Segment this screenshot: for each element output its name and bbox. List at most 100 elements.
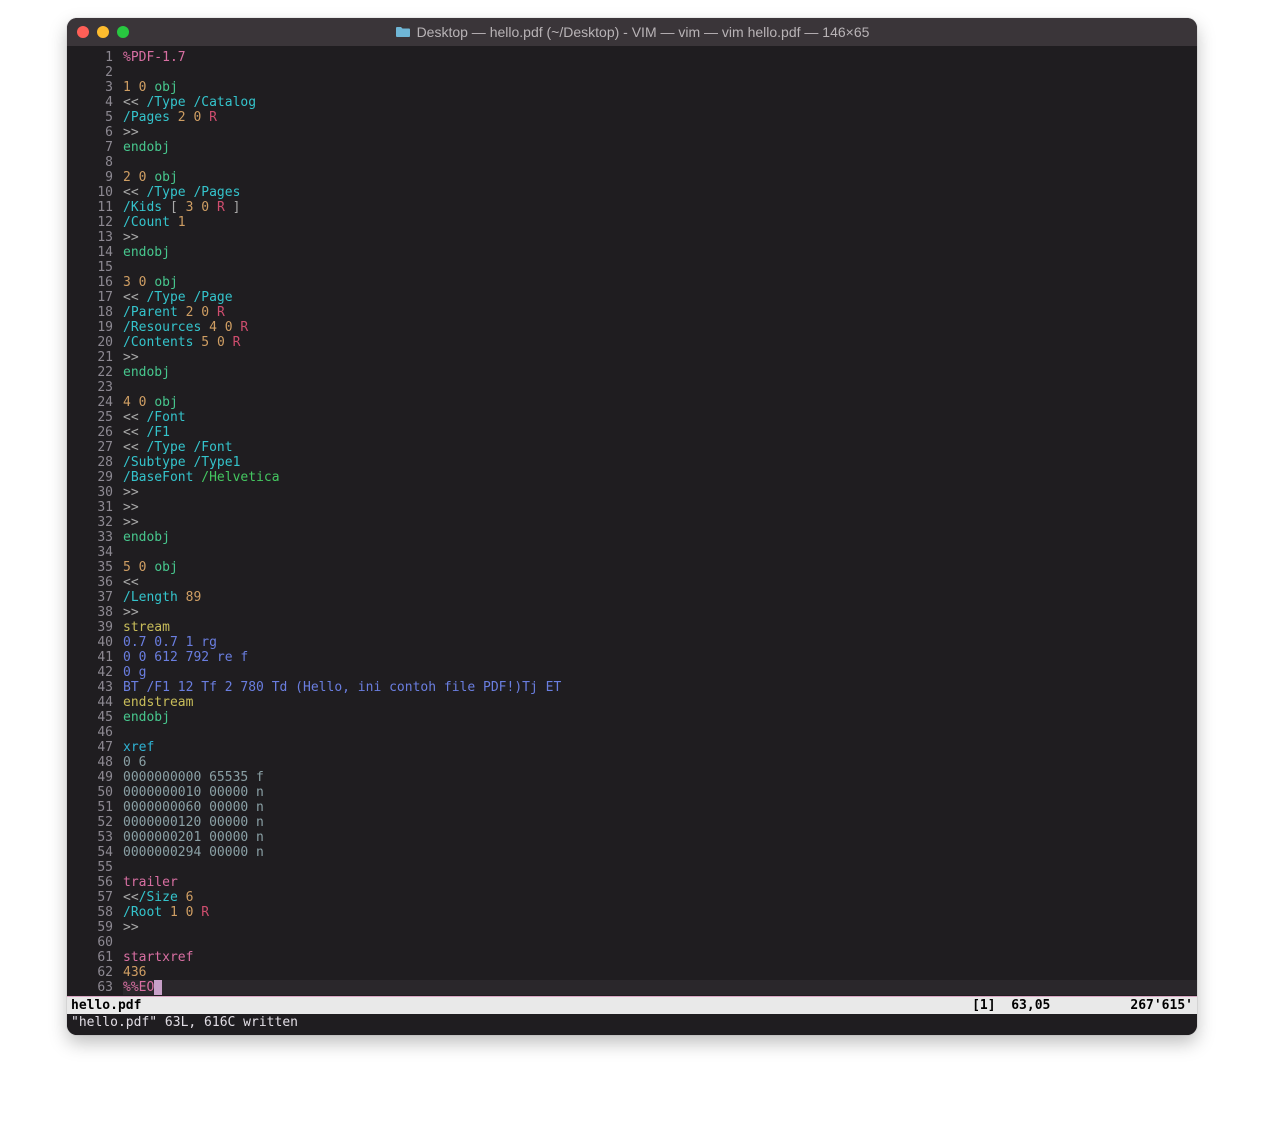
- code-content[interactable]: 0 g: [123, 665, 1197, 680]
- code-line[interactable]: 60: [67, 935, 1197, 950]
- code-content[interactable]: <</Size 6: [123, 890, 1197, 905]
- code-content[interactable]: <<: [123, 575, 1197, 590]
- code-line[interactable]: 14endobj: [67, 245, 1197, 260]
- code-line[interactable]: 355 0 obj: [67, 560, 1197, 575]
- code-content[interactable]: %PDF-1.7: [123, 50, 1197, 65]
- code-line[interactable]: 15: [67, 260, 1197, 275]
- code-line[interactable]: 490000000000 65535 f: [67, 770, 1197, 785]
- code-line[interactable]: 17<< /Type /Page: [67, 290, 1197, 305]
- code-content[interactable]: endobj: [123, 530, 1197, 545]
- code-line[interactable]: 92 0 obj: [67, 170, 1197, 185]
- code-content[interactable]: << /Type /Pages: [123, 185, 1197, 200]
- code-content[interactable]: /Parent 2 0 R: [123, 305, 1197, 320]
- code-content[interactable]: >>: [123, 350, 1197, 365]
- code-content[interactable]: endstream: [123, 695, 1197, 710]
- titlebar[interactable]: Desktop — hello.pdf (~/Desktop) - VIM — …: [67, 18, 1197, 46]
- code-content[interactable]: << /Font: [123, 410, 1197, 425]
- code-line[interactable]: 31>>: [67, 500, 1197, 515]
- code-line[interactable]: 26<< /F1: [67, 425, 1197, 440]
- code-line[interactable]: 32>>: [67, 515, 1197, 530]
- code-line[interactable]: 4<< /Type /Catalog: [67, 95, 1197, 110]
- code-content[interactable]: endobj: [123, 365, 1197, 380]
- code-line[interactable]: 30>>: [67, 485, 1197, 500]
- code-line[interactable]: 47xref: [67, 740, 1197, 755]
- code-content[interactable]: >>: [123, 920, 1197, 935]
- code-content[interactable]: 0 6: [123, 755, 1197, 770]
- code-line[interactable]: 530000000201 00000 n: [67, 830, 1197, 845]
- code-line[interactable]: 63%%EO: [67, 980, 1197, 995]
- code-content[interactable]: /Count 1: [123, 215, 1197, 230]
- code-line[interactable]: 8: [67, 155, 1197, 170]
- code-content[interactable]: >>: [123, 515, 1197, 530]
- code-content[interactable]: 0000000010 00000 n: [123, 785, 1197, 800]
- code-content[interactable]: 0000000201 00000 n: [123, 830, 1197, 845]
- code-line[interactable]: 56trailer: [67, 875, 1197, 890]
- code-line[interactable]: 12/Count 1: [67, 215, 1197, 230]
- code-line[interactable]: 10<< /Type /Pages: [67, 185, 1197, 200]
- code-content[interactable]: >>: [123, 605, 1197, 620]
- code-content[interactable]: << /F1: [123, 425, 1197, 440]
- code-line[interactable]: 62436: [67, 965, 1197, 980]
- code-line[interactable]: 25<< /Font: [67, 410, 1197, 425]
- code-line[interactable]: 244 0 obj: [67, 395, 1197, 410]
- code-content[interactable]: 3 0 obj: [123, 275, 1197, 290]
- code-line[interactable]: 410 0 612 792 re f: [67, 650, 1197, 665]
- code-line[interactable]: 44endstream: [67, 695, 1197, 710]
- code-line[interactable]: 29/BaseFont /Helvetica: [67, 470, 1197, 485]
- code-content[interactable]: [123, 935, 1197, 950]
- zoom-icon[interactable]: [117, 26, 129, 38]
- code-content[interactable]: /Length 89: [123, 590, 1197, 605]
- code-content[interactable]: 436: [123, 965, 1197, 980]
- code-content[interactable]: endobj: [123, 245, 1197, 260]
- code-line[interactable]: 58/Root 1 0 R: [67, 905, 1197, 920]
- code-line[interactable]: 55: [67, 860, 1197, 875]
- code-content[interactable]: [123, 380, 1197, 395]
- code-content[interactable]: 0000000120 00000 n: [123, 815, 1197, 830]
- code-line[interactable]: 2: [67, 65, 1197, 80]
- code-content[interactable]: %%EO: [123, 980, 1197, 995]
- code-line[interactable]: 36<<: [67, 575, 1197, 590]
- code-line[interactable]: 7endobj: [67, 140, 1197, 155]
- code-content[interactable]: 0000000000 65535 f: [123, 770, 1197, 785]
- code-content[interactable]: /BaseFont /Helvetica: [123, 470, 1197, 485]
- code-line[interactable]: 34: [67, 545, 1197, 560]
- code-content[interactable]: 0000000294 00000 n: [123, 845, 1197, 860]
- code-content[interactable]: [123, 545, 1197, 560]
- code-content[interactable]: stream: [123, 620, 1197, 635]
- code-line[interactable]: 23: [67, 380, 1197, 395]
- code-line[interactable]: 163 0 obj: [67, 275, 1197, 290]
- code-line[interactable]: 39stream: [67, 620, 1197, 635]
- code-line[interactable]: 19/Resources 4 0 R: [67, 320, 1197, 335]
- code-line[interactable]: 38>>: [67, 605, 1197, 620]
- code-content[interactable]: xref: [123, 740, 1197, 755]
- code-content[interactable]: endobj: [123, 140, 1197, 155]
- code-line[interactable]: 45endobj: [67, 710, 1197, 725]
- code-line[interactable]: 540000000294 00000 n: [67, 845, 1197, 860]
- code-content[interactable]: [123, 725, 1197, 740]
- code-line[interactable]: 520000000120 00000 n: [67, 815, 1197, 830]
- code-content[interactable]: >>: [123, 485, 1197, 500]
- code-line[interactable]: 11/Kids [ 3 0 R ]: [67, 200, 1197, 215]
- code-content[interactable]: BT /F1 12 Tf 2 780 Td (Hello, ini contoh…: [123, 680, 1197, 695]
- code-line[interactable]: 28/Subtype /Type1: [67, 455, 1197, 470]
- code-line[interactable]: 21>>: [67, 350, 1197, 365]
- code-line[interactable]: 480 6: [67, 755, 1197, 770]
- code-line[interactable]: 59>>: [67, 920, 1197, 935]
- code-line[interactable]: 20/Contents 5 0 R: [67, 335, 1197, 350]
- code-line[interactable]: 27<< /Type /Font: [67, 440, 1197, 455]
- code-line[interactable]: 37/Length 89: [67, 590, 1197, 605]
- code-content[interactable]: startxref: [123, 950, 1197, 965]
- code-line[interactable]: 18/Parent 2 0 R: [67, 305, 1197, 320]
- code-line[interactable]: 500000000010 00000 n: [67, 785, 1197, 800]
- code-content[interactable]: /Kids [ 3 0 R ]: [123, 200, 1197, 215]
- code-content[interactable]: 1 0 obj: [123, 80, 1197, 95]
- minimize-icon[interactable]: [97, 26, 109, 38]
- code-content[interactable]: 4 0 obj: [123, 395, 1197, 410]
- code-content[interactable]: << /Type /Catalog: [123, 95, 1197, 110]
- code-line[interactable]: 22endobj: [67, 365, 1197, 380]
- code-content[interactable]: << /Type /Page: [123, 290, 1197, 305]
- code-content[interactable]: 5 0 obj: [123, 560, 1197, 575]
- code-line[interactable]: 13>>: [67, 230, 1197, 245]
- code-line[interactable]: 1%PDF-1.7: [67, 50, 1197, 65]
- close-icon[interactable]: [77, 26, 89, 38]
